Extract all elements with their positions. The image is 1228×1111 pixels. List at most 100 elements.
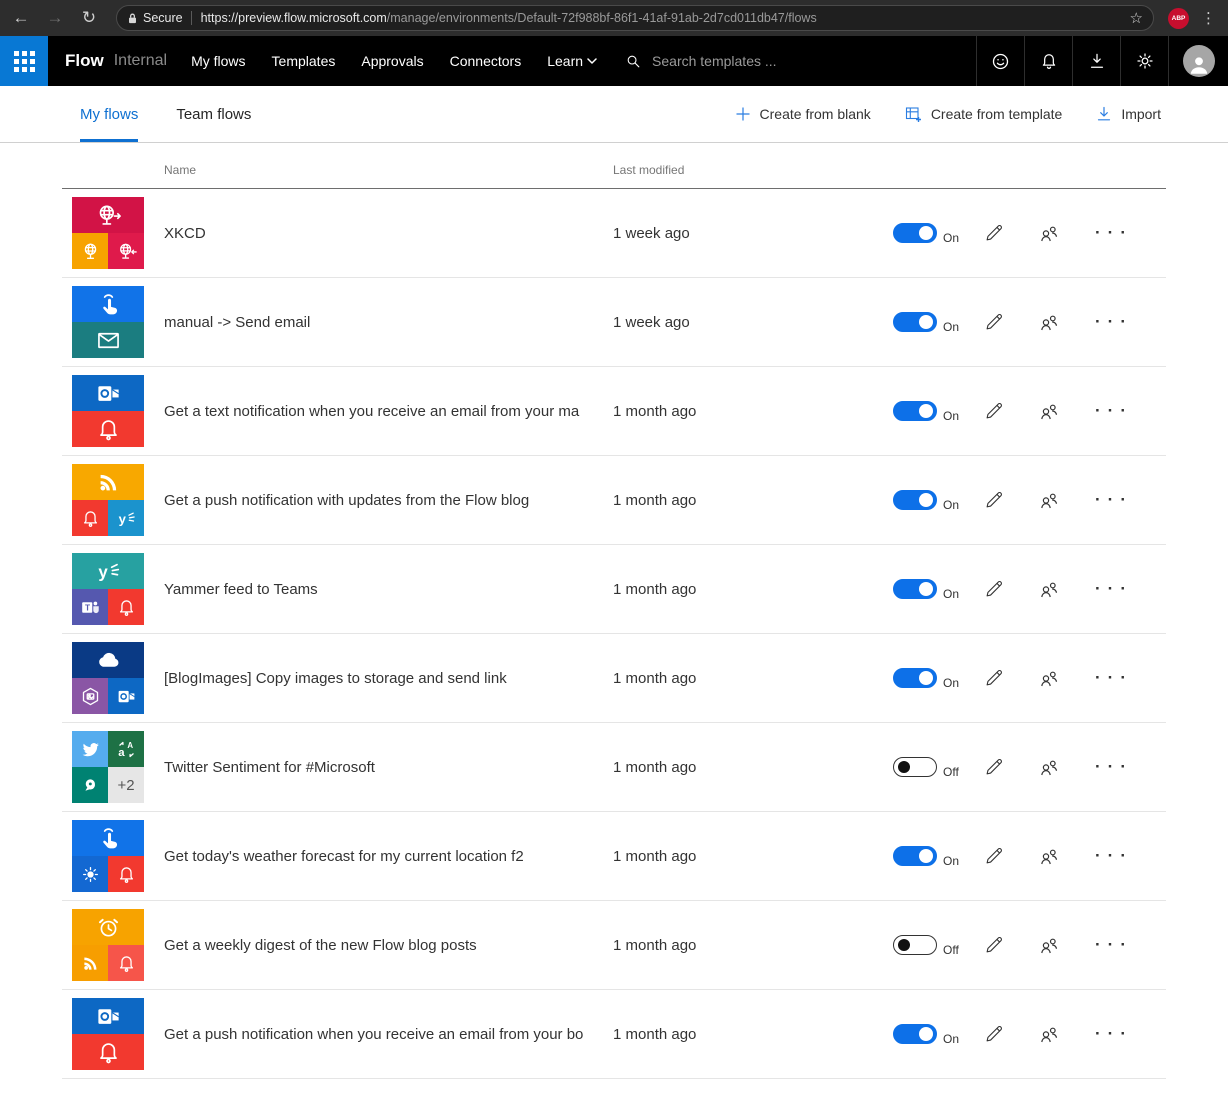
tab-team-flows[interactable]: Team flows bbox=[176, 86, 251, 142]
flow-name[interactable]: [BlogImages] Copy images to storage and … bbox=[164, 670, 613, 687]
more-options-icon[interactable]: ··· bbox=[1095, 1024, 1133, 1044]
edit-pencil-icon[interactable] bbox=[983, 400, 1005, 422]
outlook-icon bbox=[72, 375, 144, 411]
share-people-icon[interactable] bbox=[1037, 399, 1061, 423]
more-options-icon[interactable]: ··· bbox=[1095, 401, 1133, 421]
flow-enabled-toggle[interactable] bbox=[893, 668, 937, 688]
flow-enabled-toggle[interactable] bbox=[893, 312, 937, 332]
flow-name[interactable]: manual -> Send email bbox=[164, 314, 613, 331]
browser-forward-icon[interactable]: → bbox=[42, 8, 68, 28]
share-people-icon[interactable] bbox=[1037, 933, 1061, 957]
edit-pencil-icon[interactable] bbox=[983, 578, 1005, 600]
browser-reload-icon[interactable]: ↻ bbox=[76, 8, 102, 28]
flow-enabled-toggle[interactable] bbox=[893, 1024, 937, 1044]
share-people-icon[interactable] bbox=[1037, 666, 1061, 690]
flow-icon-tile bbox=[72, 642, 144, 714]
flow-controls: On ··· bbox=[893, 844, 1133, 868]
more-options-icon[interactable]: ··· bbox=[1095, 490, 1133, 510]
nav-learn[interactable]: Learn bbox=[547, 53, 597, 69]
nav-my-flows[interactable]: My flows bbox=[191, 53, 245, 69]
more-options-icon[interactable]: ··· bbox=[1095, 312, 1133, 332]
flow-name[interactable]: XKCD bbox=[164, 225, 613, 242]
share-people-icon[interactable] bbox=[1037, 1022, 1061, 1046]
account-avatar[interactable] bbox=[1168, 36, 1228, 86]
flow-row[interactable]: a A +2 Twitter Sentiment for #Microsoft 1 … bbox=[62, 723, 1166, 812]
flow-name[interactable]: Get a weekly digest of the new Flow blog… bbox=[164, 937, 613, 954]
address-bar[interactable]: Secure https://preview.flow.microsoft.co… bbox=[116, 5, 1154, 31]
plus-two-icon: +2 bbox=[108, 767, 144, 803]
more-options-icon[interactable]: ··· bbox=[1095, 757, 1133, 777]
flow-row[interactable]: yT Yammer feed to Teams 1 month ago On ·… bbox=[62, 545, 1166, 634]
flow-name[interactable]: Get today's weather forecast for my curr… bbox=[164, 848, 613, 865]
globe-arrow-left-icon bbox=[108, 233, 144, 269]
flow-enabled-toggle[interactable] bbox=[893, 223, 937, 243]
flow-row[interactable]: Get a weekly digest of the new Flow blog… bbox=[62, 901, 1166, 990]
flow-enabled-toggle[interactable] bbox=[893, 490, 937, 510]
more-options-icon[interactable]: ··· bbox=[1095, 223, 1133, 243]
adblock-extension-badge[interactable]: ABP bbox=[1168, 7, 1189, 29]
app-launcher-waffle-icon[interactable] bbox=[0, 36, 48, 86]
more-options-icon[interactable]: ··· bbox=[1095, 579, 1133, 599]
flow-row[interactable]: Get today's weather forecast for my curr… bbox=[62, 812, 1166, 901]
page-subheader: My flows Team flows Create from blank Cr… bbox=[0, 86, 1228, 143]
share-people-icon[interactable] bbox=[1037, 577, 1061, 601]
edit-pencil-icon[interactable] bbox=[983, 222, 1005, 244]
alarm-clock-icon bbox=[72, 909, 144, 945]
share-people-icon[interactable] bbox=[1037, 755, 1061, 779]
share-people-icon[interactable] bbox=[1037, 221, 1061, 245]
flow-brand[interactable]: Flow bbox=[65, 51, 104, 71]
more-options-icon[interactable]: ··· bbox=[1095, 846, 1133, 866]
template-icon bbox=[905, 106, 921, 122]
flow-enabled-toggle[interactable] bbox=[893, 579, 937, 599]
flow-name[interactable]: Get a push notification when you receive… bbox=[164, 1026, 613, 1043]
settings-gear-icon[interactable] bbox=[1120, 36, 1168, 86]
more-options-icon[interactable]: ··· bbox=[1095, 935, 1133, 955]
create-from-blank-button[interactable]: Create from blank bbox=[735, 106, 871, 122]
feedback-smiley-icon[interactable] bbox=[976, 36, 1024, 86]
flow-name[interactable]: Twitter Sentiment for #Microsoft bbox=[164, 759, 613, 776]
envelope-icon bbox=[72, 322, 144, 358]
rss-icon bbox=[72, 945, 108, 981]
edit-pencil-icon[interactable] bbox=[983, 934, 1005, 956]
flow-row[interactable]: [BlogImages] Copy images to storage and … bbox=[62, 634, 1166, 723]
flow-row[interactable]: manual -> Send email 1 week ago On ··· bbox=[62, 278, 1166, 367]
edit-pencil-icon[interactable] bbox=[983, 756, 1005, 778]
app-header: Flow Internal My flows Templates Approva… bbox=[0, 36, 1228, 86]
edit-pencil-icon[interactable] bbox=[983, 311, 1005, 333]
edit-pencil-icon[interactable] bbox=[983, 1023, 1005, 1045]
edit-pencil-icon[interactable] bbox=[983, 845, 1005, 867]
nav-approvals[interactable]: Approvals bbox=[361, 53, 423, 69]
flow-name[interactable]: Get a text notification when you receive… bbox=[164, 403, 613, 420]
flow-enabled-toggle[interactable] bbox=[893, 846, 937, 866]
flow-name[interactable]: Yammer feed to Teams bbox=[164, 581, 613, 598]
nav-templates[interactable]: Templates bbox=[272, 53, 336, 69]
flow-row[interactable]: Get a push notification when you receive… bbox=[62, 990, 1166, 1079]
browser-back-icon[interactable]: ← bbox=[8, 8, 34, 28]
more-options-icon[interactable]: ··· bbox=[1095, 668, 1133, 688]
browser-menu-icon[interactable]: ⋮ bbox=[1197, 9, 1220, 27]
environment-label[interactable]: Internal bbox=[114, 52, 167, 70]
create-from-template-button[interactable]: Create from template bbox=[905, 106, 1062, 123]
flow-enabled-toggle[interactable] bbox=[893, 401, 937, 421]
bookmark-star-icon[interactable]: ☆ bbox=[1130, 9, 1143, 27]
edit-pencil-icon[interactable] bbox=[983, 489, 1005, 511]
tab-my-flows[interactable]: My flows bbox=[80, 86, 139, 142]
share-people-icon[interactable] bbox=[1037, 844, 1061, 868]
flow-row[interactable]: XKCD 1 week ago On ··· bbox=[62, 189, 1166, 278]
svg-text:y: y bbox=[118, 511, 126, 526]
notifications-bell-icon[interactable] bbox=[1024, 36, 1072, 86]
edit-pencil-icon[interactable] bbox=[983, 667, 1005, 689]
flow-name[interactable]: Get a push notification with updates fro… bbox=[164, 492, 613, 509]
flow-row[interactable]: Get a text notification when you receive… bbox=[62, 367, 1166, 456]
share-people-icon[interactable] bbox=[1037, 310, 1061, 334]
nav-connectors[interactable]: Connectors bbox=[450, 53, 522, 69]
import-button[interactable]: Import bbox=[1096, 106, 1161, 122]
flow-enabled-toggle[interactable] bbox=[893, 935, 937, 955]
share-people-icon[interactable] bbox=[1037, 488, 1061, 512]
template-search[interactable] bbox=[625, 53, 803, 70]
download-icon[interactable] bbox=[1072, 36, 1120, 86]
search-input[interactable] bbox=[652, 53, 803, 69]
flow-controls: On ··· bbox=[893, 221, 1133, 245]
flow-row[interactable]: y Get a push notification with updates f… bbox=[62, 456, 1166, 545]
flow-enabled-toggle[interactable] bbox=[893, 757, 937, 777]
